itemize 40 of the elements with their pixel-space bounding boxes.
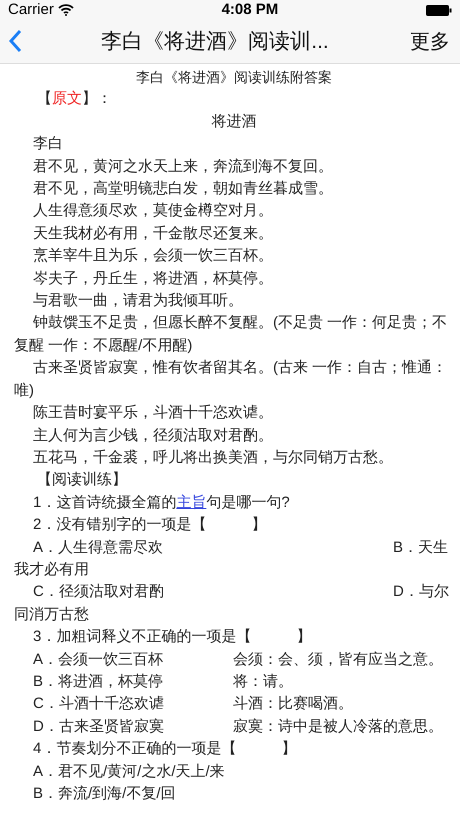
paragraph: 烹羊宰牛且为乐，会须一饮三百杯。 xyxy=(32,246,274,266)
paragraph: 2．没有错别字的一项是【 】 xyxy=(32,515,268,536)
paragraph: 君不见，高堂明镜悲白发，朝如青丝暮成雪。 xyxy=(32,179,334,200)
option-explanation: 斗酒：比赛喝酒。 xyxy=(233,694,353,714)
wifi-icon xyxy=(58,4,74,16)
answer-option: C．斗酒十千恣欢谑 xyxy=(33,693,233,716)
option-explanation: 将：请。 xyxy=(233,672,293,692)
question-text: 1．这首诗统摄全篇的主旨句是哪一句? xyxy=(32,492,291,513)
nav-title: 李白《将进酒》阅读训... xyxy=(101,30,329,53)
status-time: 4:08 PM xyxy=(222,0,278,20)
answer-option: A．会须一饮三百杯 xyxy=(33,648,233,671)
section-label: 【阅读训练】 xyxy=(36,470,128,490)
section-label: 【原文】： xyxy=(36,89,113,110)
answer-options-line: A．人生得意需尽欢 B．天生我才必有用 xyxy=(14,538,450,580)
carrier-label: Carrier xyxy=(8,0,54,20)
paragraph: 五花马，千金裘，呼儿将出换美酒，与尔同销万古愁。 xyxy=(32,448,394,468)
paragraph: 4．节奏划分不正确的一项是【 】 xyxy=(32,739,298,760)
answer-options-line: C．径须沽取对君酌 D．与尔同消万古愁 xyxy=(14,582,450,625)
battery-icon xyxy=(426,4,452,16)
document-title: 李白《将进酒》阅读训练附答案 xyxy=(135,68,333,87)
paragraph: B．奔流/到海/不复/回 xyxy=(32,784,177,804)
keyword-link[interactable]: 主旨 xyxy=(176,494,206,511)
paragraph: 天生我材必有用，千金散尽还复来。 xyxy=(32,224,274,244)
paragraph: 君不见，黄河之水天上来，奔流到海不复回。 xyxy=(32,156,334,177)
more-button[interactable]: 更多 xyxy=(400,26,460,56)
paragraph: 李白 xyxy=(32,134,64,154)
paragraph: 岑夫子，丹丘生，将进酒，杯莫停。 xyxy=(32,268,274,289)
paragraph: 陈王昔时宴平乐，斗酒十千恣欢谑。 xyxy=(32,403,274,424)
poem-title: 将进酒 xyxy=(210,112,258,132)
paragraph: 主人何为言少钱，径须沽取对君酌。 xyxy=(32,426,274,446)
paragraph: A．君不见/黄河/之水/天上/来 xyxy=(32,762,226,782)
paragraph: 钟鼓馔玉不足贵，但愿长醉不复醒。(不足贵 一作：何足贵；不复醒 一作：不愿醒/不用醒) xyxy=(14,313,448,356)
option-explanation: 寂寞：诗中是被人冷落的意思。 xyxy=(233,716,443,737)
paragraph: 人生得意须尽欢，莫使金樽空对月。 xyxy=(32,201,274,222)
answer-option: D．古来圣贤皆寂寞 xyxy=(33,716,233,738)
option-explanation: 会须：会、须，皆有应当之意。 xyxy=(233,650,443,670)
answer-option: B．将进酒，杯莫停 xyxy=(33,670,233,694)
paragraph: 古来圣贤皆寂寞，惟有饮者留其名。(古来 一作：自古；惟通：唯) xyxy=(14,358,448,401)
paragraph: 3．加粗词释义不正确的一项是【 】 xyxy=(32,627,312,648)
paragraph: 与君歌一曲，请君为我倾耳听。 xyxy=(32,291,244,312)
